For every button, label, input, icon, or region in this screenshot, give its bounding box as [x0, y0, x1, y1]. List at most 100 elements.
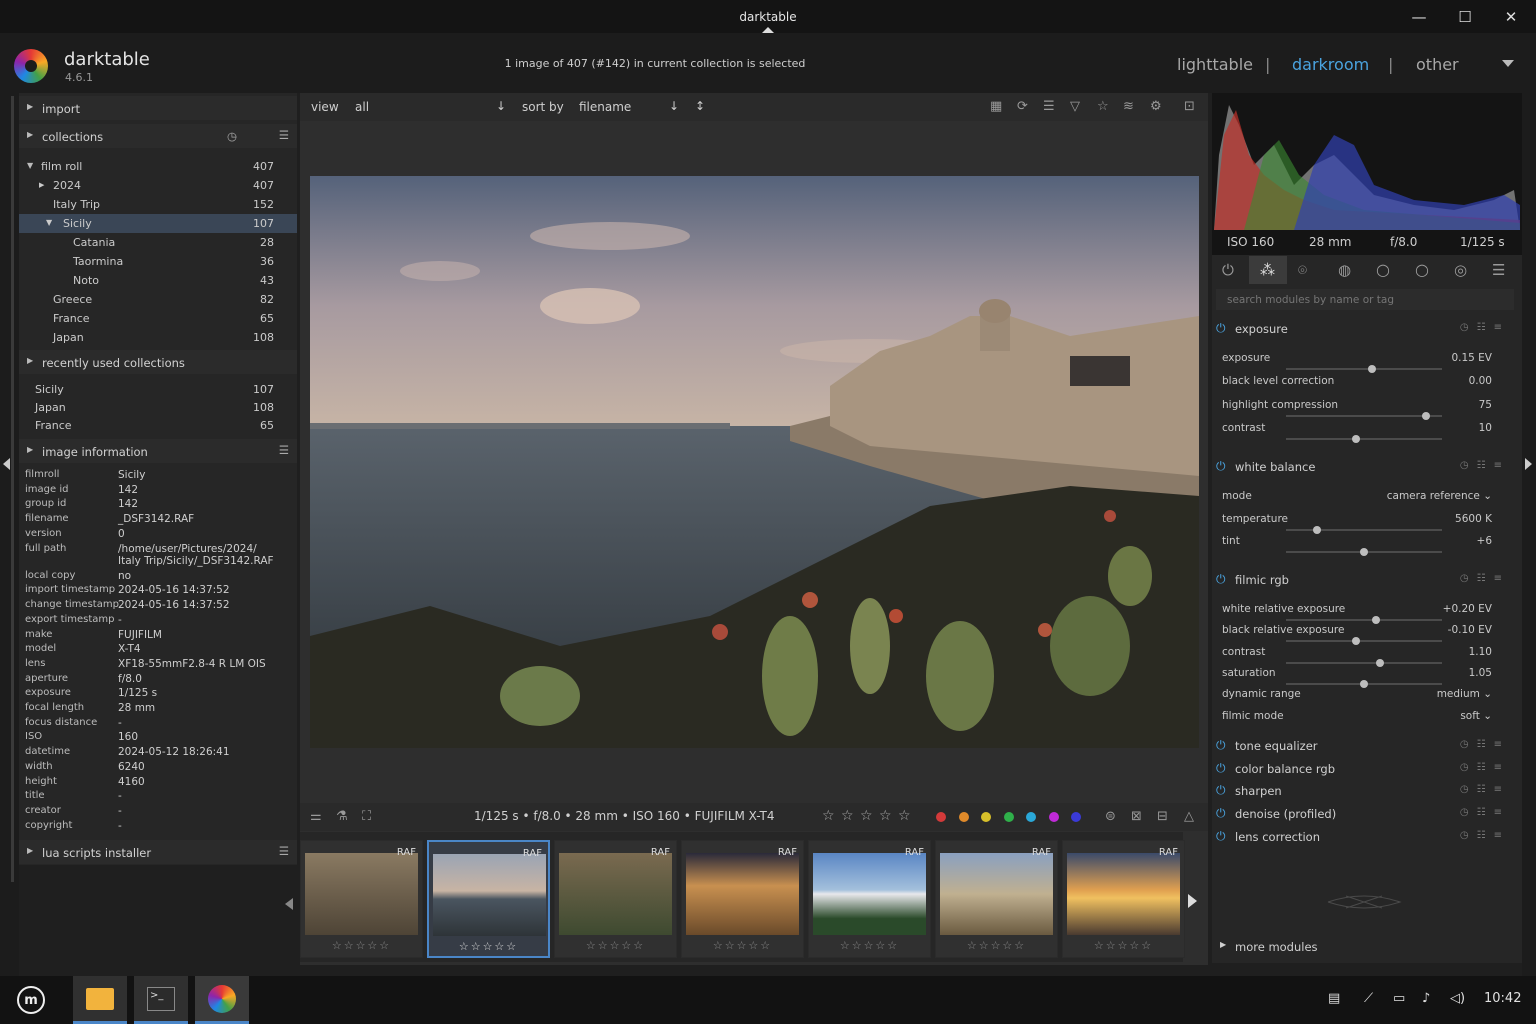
slider-handle[interactable] — [1422, 411, 1431, 420]
power-icon[interactable]: ⏻ — [1216, 738, 1226, 753]
recent-item[interactable]: France 65 — [19, 416, 297, 435]
thumbnail-stars[interactable]: ☆☆☆☆☆ — [682, 939, 803, 952]
filmstrip-thumbnail[interactable]: RAF ☆☆☆☆☆ — [1062, 840, 1185, 958]
focus-peaking-icon[interactable]: ⚌ — [310, 809, 322, 824]
filmstrip-prev-icon[interactable] — [285, 898, 293, 910]
exposure-slider[interactable] — [1286, 434, 1442, 443]
filmic-slider[interactable] — [1286, 616, 1442, 624]
collection-item[interactable]: Catania 28 — [19, 233, 297, 252]
filmic-param[interactable]: black relative exposure -0.10 EV — [1222, 624, 1512, 636]
view-filter-dropdown[interactable]: all — [355, 100, 369, 114]
panel-icon[interactable]: ⊡ — [1184, 99, 1195, 114]
filmstrip-thumbnail[interactable]: RAF ☆☆☆☆☆ — [300, 840, 423, 958]
module-import[interactable]: ▶ import — [19, 96, 297, 120]
module-controls-icon[interactable]: ◷☷≡ — [1460, 784, 1510, 795]
filmic-slider[interactable] — [1286, 658, 1442, 667]
second-window-icon[interactable]: ⊟ — [1157, 809, 1168, 824]
power-icon[interactable]: ⏻ — [1216, 806, 1226, 821]
color-label-2[interactable] — [981, 812, 991, 822]
module-filmic[interactable]: ⏻ filmic rgb ◷☷≡ — [1212, 568, 1522, 592]
thumbnail-stars[interactable]: ☆☆☆☆☆ — [936, 939, 1057, 952]
exposure-param[interactable]: highlight compression 75 — [1222, 399, 1512, 411]
color-label-1[interactable] — [958, 812, 969, 822]
minimize-button[interactable]: — — [1396, 0, 1442, 33]
filmic-slider[interactable] — [1286, 679, 1442, 688]
tone-icon[interactable]: ○ — [1415, 260, 1429, 279]
module-controls-icon[interactable]: ◷☷≡ — [1460, 460, 1510, 471]
module-search-input[interactable] — [1216, 289, 1514, 310]
filmic-param[interactable]: saturation 1.05 — [1222, 667, 1512, 679]
collapse-right-icon[interactable] — [1525, 458, 1532, 470]
module-controls-icon[interactable]: ◷☷≡ — [1460, 322, 1510, 333]
filmic-param[interactable]: contrast 1.10 — [1222, 646, 1512, 658]
collection-item[interactable]: Noto 43 — [19, 271, 297, 290]
module-lua-scripts[interactable]: ▶ lua scripts installer ☰ — [19, 840, 297, 864]
color-label-0[interactable] — [936, 812, 946, 822]
thumbnail-stars[interactable]: ☆☆☆☆☆ — [429, 940, 548, 953]
close-button[interactable]: ✕ — [1488, 0, 1534, 33]
filmic-param[interactable]: filmic mode soft ⌄ — [1222, 710, 1512, 722]
favorites-icon[interactable]: ⁂ — [1260, 261, 1275, 279]
collapse-left-icon[interactable] — [3, 458, 10, 470]
filmstrip-thumbnail[interactable]: RAF ☆☆☆☆☆ — [935, 840, 1058, 958]
presets-icon[interactable]: ☰ — [1492, 261, 1505, 279]
module-item[interactable]: ⏻ color balance rgb ◷☷≡ — [1212, 757, 1522, 781]
technical-icon[interactable]: ⌾ — [1298, 261, 1307, 279]
module-collections[interactable]: ▶ collections ◷ ☰ — [19, 124, 297, 148]
collection-item[interactable]: Italy Trip 152 — [19, 195, 297, 214]
volume-icon[interactable]: ◁) — [1450, 991, 1465, 1006]
grading-icon[interactable]: ◍ — [1338, 261, 1351, 279]
sort-toggle-icon[interactable]: ↕ — [695, 99, 705, 113]
module-controls-icon[interactable]: ◷☷≡ — [1460, 739, 1510, 750]
power-icon[interactable]: ⏻ — [1216, 321, 1226, 336]
collection-item[interactable]: France 65 — [19, 309, 297, 328]
thumbnail-stars[interactable]: ☆☆☆☆☆ — [301, 939, 422, 952]
left-scrollbar[interactable] — [11, 96, 14, 882]
warning-icon[interactable]: △ — [1184, 809, 1194, 824]
filmic-param[interactable]: white relative exposure +0.20 EV — [1222, 603, 1512, 615]
white_balance-slider[interactable] — [1286, 548, 1442, 557]
color-label-4[interactable] — [1026, 812, 1036, 822]
recent-item[interactable]: Japan 108 — [19, 398, 297, 417]
exposure-slider[interactable] — [1286, 411, 1442, 420]
display-icon[interactable]: ▭ — [1393, 991, 1405, 1006]
sort-dropdown[interactable]: filename — [579, 100, 631, 114]
power-icon[interactable]: ⏻ — [1216, 783, 1226, 798]
white_balance-param[interactable]: mode camera reference ⌄ — [1222, 490, 1512, 502]
effects-icon[interactable]: ○ — [1376, 260, 1390, 279]
film-roll-row[interactable]: ▼ film roll 407 — [19, 157, 297, 176]
collection-item[interactable]: Japan 108 — [19, 328, 297, 347]
maximize-button[interactable]: ☐ — [1442, 0, 1488, 33]
main-image[interactable] — [310, 176, 1199, 748]
clock[interactable]: 10:42 — [1484, 991, 1521, 1006]
active-modules-icon[interactable]: ⏻ — [1222, 261, 1234, 279]
star-icon[interactable]: ☆ — [1097, 99, 1109, 114]
settings-icon[interactable]: ⚙ — [1150, 99, 1162, 114]
files-app-button[interactable] — [73, 976, 127, 1024]
history-icon[interactable]: ◷ — [227, 129, 237, 143]
filmstrip-next-icon[interactable] — [1188, 894, 1197, 908]
clipboard-icon[interactable]: ▤ — [1328, 991, 1340, 1006]
power-icon[interactable]: ⏻ — [1216, 572, 1226, 587]
menu-icon[interactable]: ☰ — [279, 443, 289, 457]
grid-icon[interactable]: ▦ — [990, 99, 1002, 114]
sort-direction-icon[interactable]: ↓ — [669, 99, 679, 113]
raw-overexposed-icon[interactable]: ⛶ — [362, 809, 371, 824]
collection-item[interactable]: Taormina 36 — [19, 252, 297, 271]
module-exposure[interactable]: ⏻ exposure ◷☷≡ — [1212, 317, 1522, 341]
more-modules[interactable]: ▶ more modules — [1212, 935, 1522, 959]
color-assess-icon[interactable]: ⚗ — [336, 809, 348, 824]
white_balance-slider[interactable] — [1286, 525, 1442, 534]
color-label-3[interactable] — [1003, 812, 1014, 822]
correct-icon[interactable]: ◎ — [1454, 261, 1467, 279]
module-controls-icon[interactable]: ◷☷≡ — [1460, 807, 1510, 818]
power-icon[interactable]: ⏻ — [1216, 459, 1226, 474]
module-item[interactable]: ⏻ tone equalizer ◷☷≡ — [1212, 734, 1522, 758]
module-controls-icon[interactable]: ◷☷≡ — [1460, 573, 1510, 584]
gamut-check-icon[interactable]: ⊠ — [1131, 809, 1142, 824]
softproof-icon[interactable]: ⊜ — [1105, 809, 1116, 824]
module-item[interactable]: ⏻ denoise (profiled) ◷☷≡ — [1212, 802, 1522, 826]
thumbnail-stars[interactable]: ☆☆☆☆☆ — [1063, 939, 1184, 952]
exposure-param[interactable]: contrast 10 — [1222, 422, 1512, 434]
module-image-information[interactable]: ▶ image information ☰ — [19, 439, 297, 463]
